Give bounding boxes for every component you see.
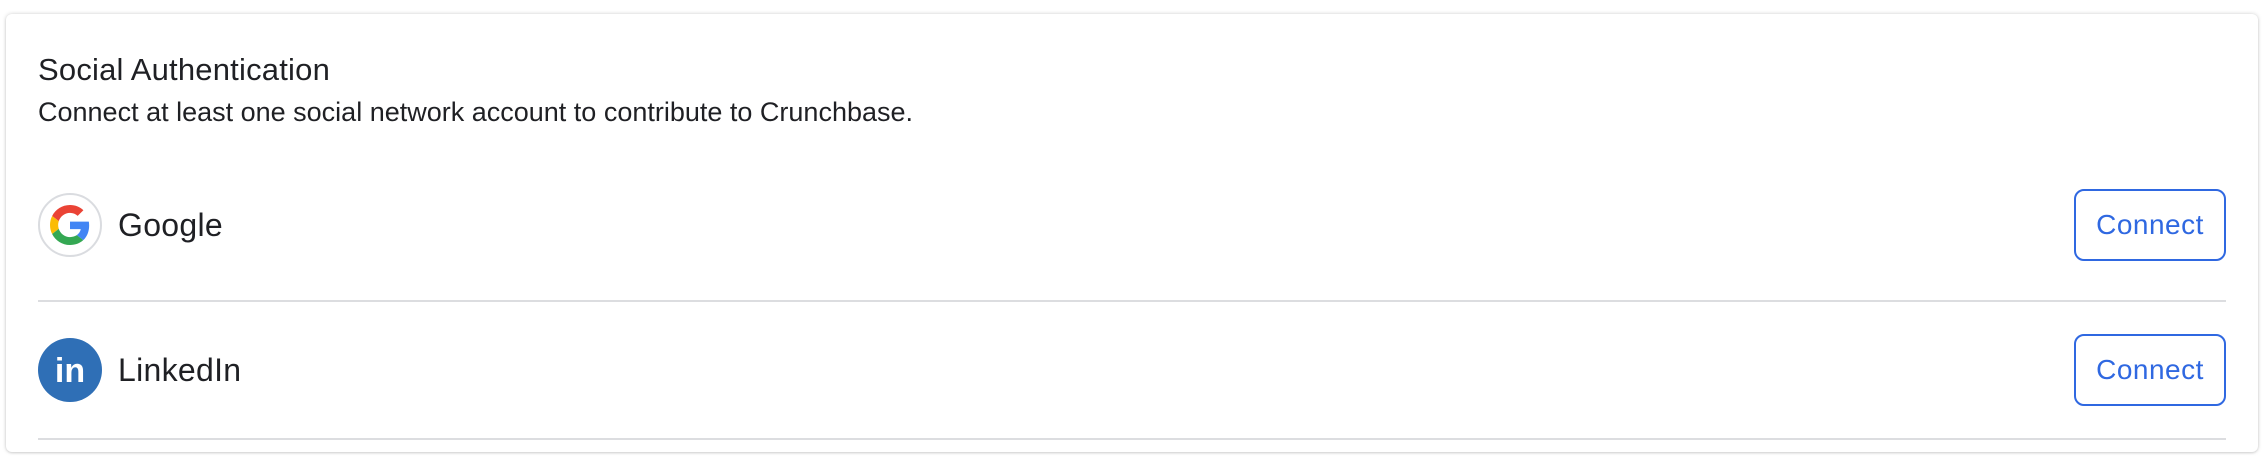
provider-row-google: Google Connect	[38, 150, 2226, 302]
google-icon	[38, 193, 102, 257]
section-subtitle: Connect at least one social network acco…	[38, 97, 914, 127]
linkedin-logo-text: in	[55, 352, 85, 390]
section-title: Social Authentication	[38, 52, 331, 87]
social-authentication-card: Social Authentication Connect at least o…	[6, 14, 2258, 452]
provider-list: Google Connect in LinkedIn Connect	[38, 150, 2226, 440]
provider-row-linkedin: in LinkedIn Connect	[38, 302, 2226, 440]
connect-linkedin-button[interactable]: Connect	[2074, 334, 2226, 406]
linkedin-icon: in	[38, 338, 102, 402]
google-logo	[50, 205, 90, 245]
connect-google-button[interactable]: Connect	[2074, 189, 2226, 261]
provider-name-google: Google	[118, 206, 223, 243]
provider-name-linkedin: LinkedIn	[118, 351, 242, 388]
linkedin-logo: in	[55, 352, 85, 390]
